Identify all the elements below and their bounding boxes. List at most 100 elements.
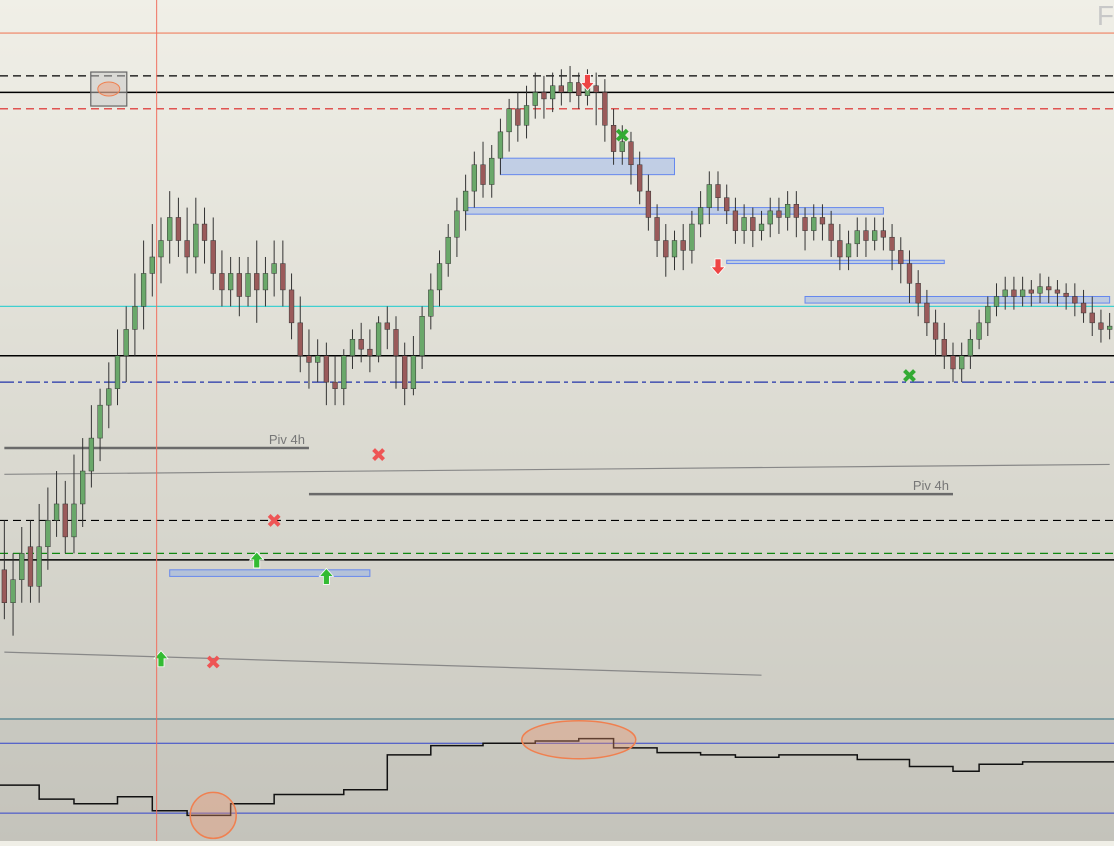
- candle-7: [62, 480, 68, 554]
- candle-body: [776, 210, 782, 218]
- candle-4: [36, 503, 42, 603]
- handle-ellipse: [97, 81, 121, 97]
- candle-105: [915, 270, 921, 317]
- candle-body: [88, 437, 95, 472]
- candle-body: [602, 92, 608, 126]
- candle-5: [45, 487, 51, 570]
- candle-1: [10, 553, 16, 636]
- candle-10: [88, 405, 95, 488]
- moving-average-1: [4, 651, 762, 676]
- candle-body: [97, 404, 103, 439]
- candle-body: [950, 355, 956, 370]
- pivot-lines: Piv 4h Piv 4h: [4, 432, 953, 496]
- candle-101: [880, 217, 887, 251]
- candle-18: [158, 217, 164, 284]
- candle-56: [489, 145, 495, 198]
- candle-81: [706, 171, 712, 225]
- candle-38: [332, 355, 338, 406]
- candle-body: [802, 217, 808, 231]
- candle-body: [515, 108, 521, 126]
- candle-body: [689, 223, 695, 251]
- candle-126: [1098, 309, 1104, 343]
- candle-22: [193, 197, 199, 274]
- candle-body: [402, 355, 408, 389]
- candle-body: [193, 223, 199, 258]
- candle-58: [506, 98, 512, 152]
- candle-body: [227, 273, 234, 291]
- candle-46: [402, 342, 408, 406]
- candle-body: [367, 348, 373, 357]
- candle-body: [523, 105, 530, 126]
- candle-20: [175, 197, 182, 257]
- candle-body: [793, 204, 799, 218]
- candle-112: [976, 309, 982, 350]
- corner-text: F: [1096, 0, 1114, 31]
- candle-body: [497, 131, 504, 159]
- green-x-9: [903, 369, 916, 382]
- drawing-tool-handle[interactable]: [90, 71, 128, 107]
- candle-body: [663, 240, 669, 258]
- candle-109: [950, 342, 956, 383]
- candle-78: [680, 224, 686, 271]
- zones: [169, 157, 1111, 577]
- candle-body: [845, 243, 852, 258]
- candle-body: [349, 339, 356, 357]
- candle-95: [828, 210, 834, 257]
- candle-body: [62, 503, 68, 538]
- candle-0: [1, 520, 7, 620]
- candle-30: [262, 256, 269, 307]
- candle-98: [854, 217, 860, 257]
- candle-body: [428, 289, 434, 317]
- candle-body: [210, 240, 216, 274]
- candle-body: [271, 263, 277, 274]
- candle-body: [71, 503, 77, 538]
- chart-root: Piv 4h Piv 4h F: [0, 0, 1114, 841]
- candle-23: [201, 207, 208, 264]
- candle-body: [140, 273, 147, 307]
- candle-body: [550, 85, 556, 100]
- candle-body: [341, 355, 347, 389]
- candle-87: [758, 210, 765, 241]
- candle-body: [1002, 289, 1008, 297]
- candle-body: [758, 223, 765, 231]
- candle-35: [306, 329, 312, 389]
- candle-60: [523, 85, 530, 139]
- candle-body: [741, 217, 747, 231]
- candle-body: [10, 579, 16, 603]
- candle-45: [393, 316, 399, 389]
- candle-89: [776, 197, 782, 234]
- candle-37: [323, 342, 330, 406]
- candle-14: [123, 306, 129, 383]
- candle-body: [671, 240, 678, 258]
- candle-80: [697, 191, 704, 238]
- candle-99: [863, 217, 869, 257]
- candle-122: [1063, 283, 1069, 310]
- candle-72: [628, 131, 634, 185]
- candle-body: [932, 322, 939, 340]
- candle-116: [1011, 276, 1017, 310]
- candle-9: [80, 438, 86, 528]
- candle-2: [19, 527, 25, 603]
- candle-body: [750, 217, 756, 231]
- candle-body: [1098, 322, 1104, 330]
- candle-body: [480, 164, 486, 185]
- candle-63: [550, 72, 556, 113]
- candle-15: [132, 273, 138, 356]
- candle-body: [358, 339, 364, 350]
- candle-body: [1063, 292, 1069, 297]
- candle-55: [480, 141, 486, 198]
- candle-body: [1089, 312, 1095, 324]
- candle-88: [767, 197, 773, 238]
- zone-box-1: [465, 207, 884, 215]
- candle-body: [306, 355, 312, 363]
- candle-body: [489, 157, 495, 185]
- candle-body: [297, 322, 303, 357]
- candle-39: [341, 349, 347, 406]
- candle-body: [941, 339, 947, 357]
- candle-body: [924, 302, 930, 324]
- annotation-circle[interactable]: [189, 791, 237, 840]
- candle-body: [898, 250, 904, 264]
- annotation-ellipse[interactable]: [521, 720, 637, 760]
- candle-body: [637, 164, 643, 192]
- candle-body: [167, 217, 173, 241]
